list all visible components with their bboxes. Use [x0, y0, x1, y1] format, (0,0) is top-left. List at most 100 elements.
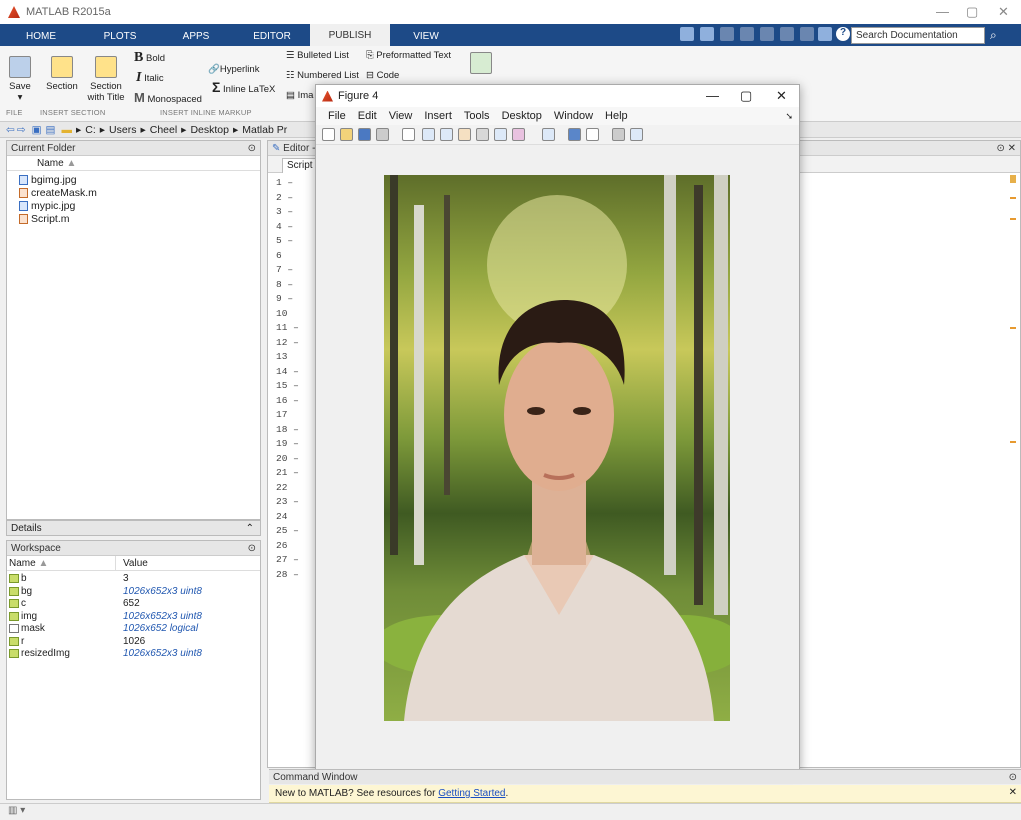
minimize-icon[interactable]: —	[706, 88, 719, 103]
panel-menu-icon[interactable]: ⊙	[248, 543, 256, 554]
close-notice-icon[interactable]: ✕	[1009, 787, 1017, 798]
menu-insert[interactable]: Insert	[424, 110, 452, 122]
value-column-header[interactable]: Value	[123, 558, 148, 569]
save-quick-icon[interactable]	[700, 27, 714, 41]
path-segment[interactable]: Cheel	[150, 124, 177, 136]
table-row[interactable]: bg 1026x652x3 uint8	[7, 586, 260, 599]
menu-edit[interactable]: Edit	[358, 110, 377, 122]
table-row[interactable]: b3	[7, 573, 260, 586]
table-row[interactable]: r 1026	[7, 636, 260, 649]
tab-plots[interactable]: PLOTS	[82, 26, 158, 46]
breakpoint-dash-icon[interactable]: –	[287, 453, 299, 464]
breakpoint-dash-icon[interactable]: –	[282, 279, 293, 290]
breakpoint-dash-icon[interactable]: –	[287, 395, 299, 406]
preformatted-text-button[interactable]: ⎘ Preformatted Text	[366, 50, 451, 61]
table-row[interactable]: resizedImg 1026x652x3 uint8	[7, 648, 260, 661]
tab-editor[interactable]: EDITOR	[234, 26, 310, 46]
close-icon[interactable]: ✕	[998, 4, 1009, 20]
publish-button[interactable]	[470, 52, 492, 77]
tab-apps[interactable]: APPS	[158, 26, 234, 46]
restore-icon[interactable]: ▢	[966, 4, 978, 20]
link-plot-icon[interactable]	[542, 128, 555, 141]
table-row[interactable]: c 652	[7, 598, 260, 611]
menu-tools[interactable]: Tools	[464, 110, 490, 122]
panel-menu-icon[interactable]: ⊙	[1009, 772, 1017, 783]
zoom-in-icon[interactable]	[422, 128, 435, 141]
menu-help[interactable]: Help	[605, 110, 628, 122]
numbered-list-button[interactable]: ☷ Numbered List	[286, 70, 359, 81]
breakpoint-dash-icon[interactable]: –	[287, 438, 299, 449]
section-button[interactable]: Section	[42, 56, 82, 92]
close-icon[interactable]: ✕	[776, 88, 787, 104]
warning-marker[interactable]	[1010, 175, 1016, 183]
tab-view[interactable]: VIEW	[390, 26, 462, 46]
path-segment[interactable]: Desktop	[190, 124, 229, 136]
hide-plot-tools-icon[interactable]	[612, 128, 625, 141]
breakpoint-dash-icon[interactable]: –	[282, 264, 293, 275]
breakpoint-dash-icon[interactable]: –	[287, 525, 299, 536]
table-row[interactable]: mask 1026x652 logical	[7, 623, 260, 636]
image-button[interactable]: ▤ Ima	[286, 90, 313, 101]
browse-icon[interactable]: ▤	[46, 124, 56, 136]
cut-icon[interactable]	[720, 27, 734, 41]
save-figure-icon[interactable]	[358, 128, 371, 141]
brush-icon[interactable]	[512, 128, 525, 141]
undo-icon[interactable]	[780, 27, 794, 41]
code-button[interactable]: ⊟ Code	[366, 70, 399, 81]
italic-button[interactable]: I Italic	[136, 71, 164, 85]
quick-access-icon[interactable]	[680, 27, 694, 41]
rotate-icon[interactable]	[476, 128, 489, 141]
name-column-header[interactable]: Name ▲	[9, 558, 48, 569]
switch-windows-icon[interactable]	[818, 27, 832, 41]
breakpoint-dash-icon[interactable]: –	[287, 569, 299, 580]
breakpoint-dash-icon[interactable]: –	[287, 366, 299, 377]
breakpoint-dash-icon[interactable]: –	[282, 192, 293, 203]
menu-desktop[interactable]: Desktop	[502, 110, 542, 122]
getting-started-link[interactable]: Getting Started	[438, 788, 505, 799]
chevron-up-icon[interactable]: ⌃	[246, 523, 254, 534]
breakpoint-dash-icon[interactable]: –	[282, 235, 293, 246]
breakpoint-dash-icon[interactable]: –	[287, 380, 299, 391]
dock-arrow-icon[interactable]: ➘	[785, 111, 793, 122]
list-item[interactable]: Script.m	[7, 213, 260, 226]
maximize-icon[interactable]: ▢	[740, 88, 752, 104]
show-plot-tools-icon[interactable]	[630, 128, 643, 141]
list-item[interactable]: bgimg.jpg	[7, 174, 260, 187]
path-segment[interactable]: Users	[109, 124, 136, 136]
save-button[interactable]: Save ▾	[6, 56, 34, 103]
bold-button[interactable]: B Bold	[134, 51, 165, 65]
search-icon[interactable]: ⌕	[990, 28, 997, 43]
list-item[interactable]: mypic.jpg	[7, 200, 260, 213]
warning-marker[interactable]	[1010, 327, 1016, 329]
section-with-title-button[interactable]: Section with Title	[86, 56, 126, 103]
search-documentation-input[interactable]: Search Documentation	[851, 27, 985, 44]
pan-icon[interactable]	[458, 128, 471, 141]
open-icon[interactable]	[340, 128, 353, 141]
table-row[interactable]: img 1026x652x3 uint8	[7, 611, 260, 624]
inline-latex-button[interactable]: Σ Inline LaTeX	[212, 80, 275, 95]
paste-icon[interactable]	[760, 27, 774, 41]
list-item[interactable]: createMask.m	[7, 187, 260, 200]
bulleted-list-button[interactable]: ☰ Bulleted List	[286, 50, 349, 61]
forward-icon[interactable]: ⇨	[17, 124, 26, 136]
path-segment[interactable]: Matlab Pr	[242, 124, 287, 136]
hyperlink-button[interactable]: 🔗Hyperlink	[208, 64, 259, 75]
name-column-header[interactable]: Name ▲	[7, 156, 260, 171]
breakpoint-dash-icon[interactable]: –	[287, 554, 299, 565]
minimize-icon[interactable]: —	[936, 4, 949, 19]
monospaced-button[interactable]: M Monospaced	[134, 91, 202, 105]
data-cursor-icon[interactable]	[494, 128, 507, 141]
tab-home[interactable]: HOME	[0, 26, 82, 46]
colorbar-icon[interactable]	[568, 128, 581, 141]
redo-icon[interactable]	[800, 27, 814, 41]
breakpoint-dash-icon[interactable]: –	[287, 424, 299, 435]
print-icon[interactable]	[376, 128, 389, 141]
warning-marker[interactable]	[1010, 441, 1016, 443]
pointer-icon[interactable]	[402, 128, 415, 141]
breakpoint-dash-icon[interactable]: –	[287, 322, 299, 333]
details-header[interactable]: Details ⌃	[6, 520, 261, 536]
breakpoint-dash-icon[interactable]: –	[282, 206, 293, 217]
breakpoint-dash-icon[interactable]: –	[282, 293, 293, 304]
menu-file[interactable]: File	[328, 110, 346, 122]
warning-marker[interactable]	[1010, 197, 1016, 199]
